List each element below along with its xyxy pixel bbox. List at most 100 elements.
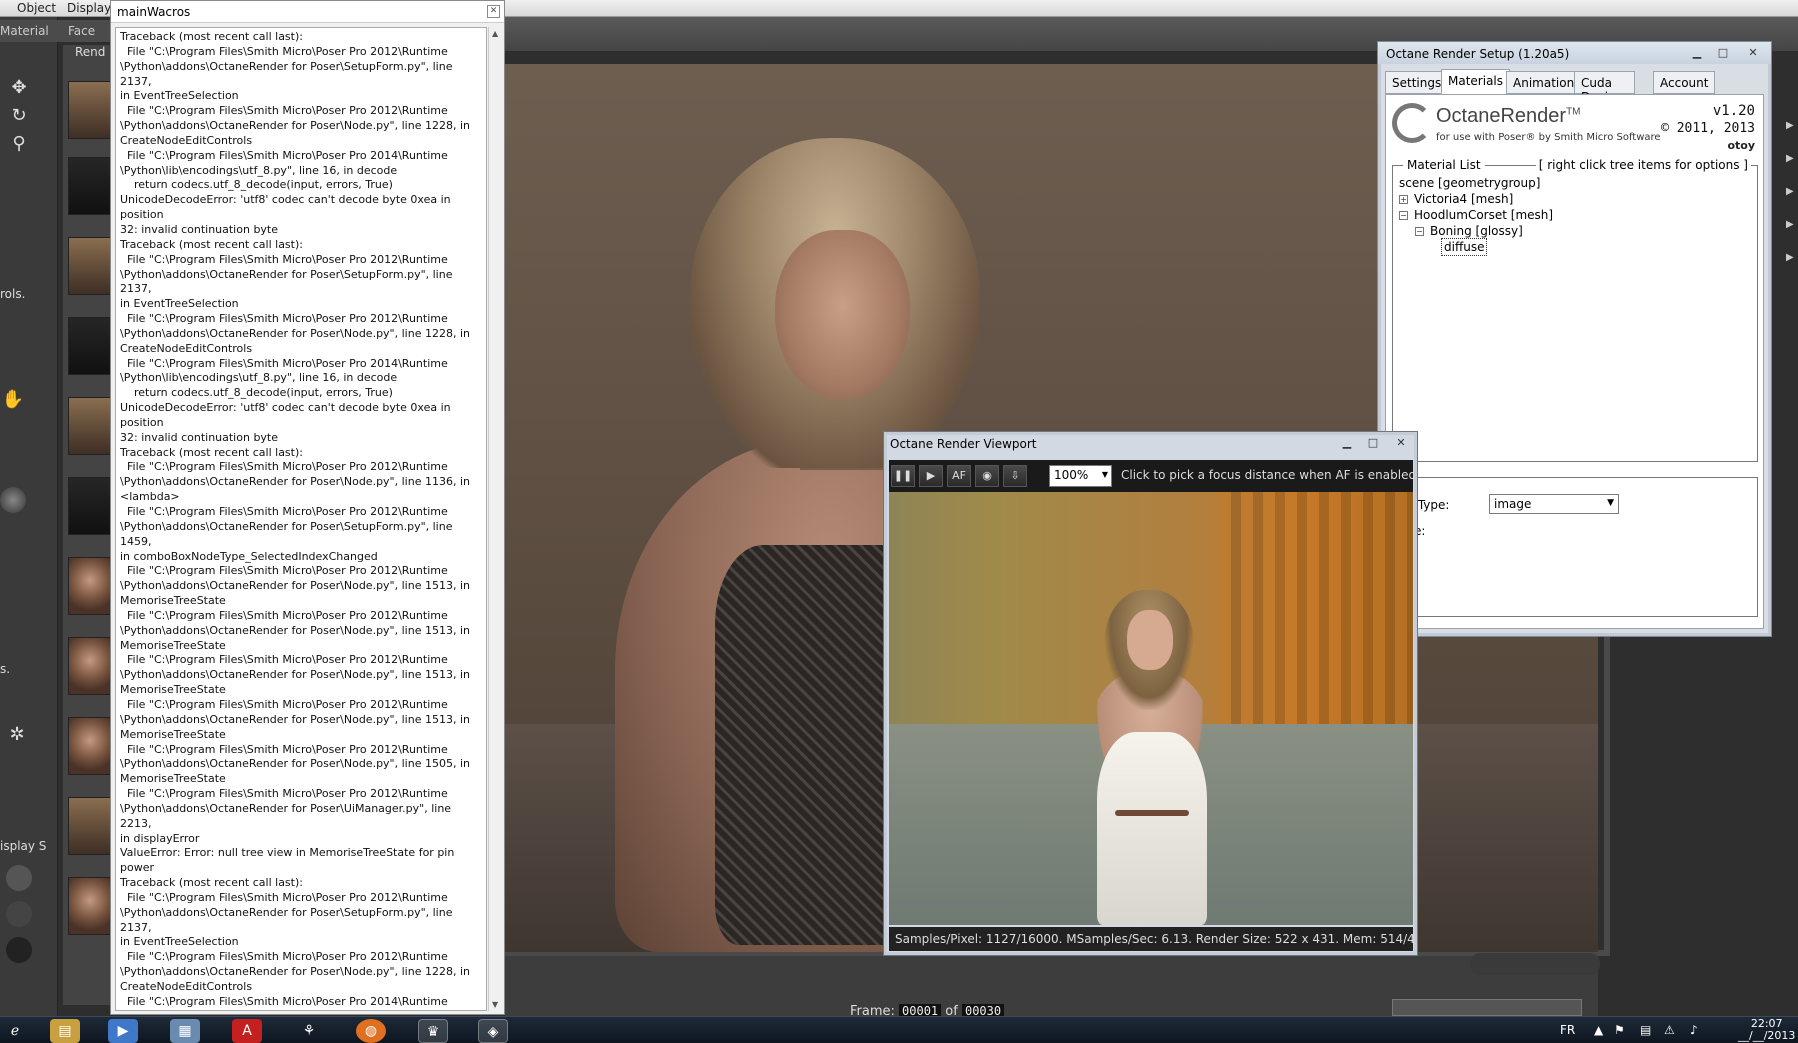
wacros-title: mainWacros	[117, 5, 191, 19]
play-button[interactable]: ▶	[919, 465, 943, 487]
tab-animation[interactable]: Animation	[1506, 71, 1582, 94]
render-figure-dress	[1097, 732, 1207, 925]
tab-materials[interactable]: Materials	[1441, 69, 1511, 94]
autofocus-button[interactable]: AF	[947, 465, 971, 487]
language-indicator[interactable]: FR	[1560, 1023, 1575, 1037]
tab-face[interactable]: Face	[68, 24, 95, 38]
library-thumb[interactable]	[68, 877, 112, 935]
sphere-icon-3[interactable]	[6, 937, 32, 963]
tree-item-diffuse[interactable]: diffuse	[1441, 238, 1488, 256]
acrobat-icon[interactable]: A	[232, 1019, 262, 1043]
menu-display[interactable]: Display	[67, 1, 111, 15]
material-list-label: Material List	[1403, 158, 1485, 172]
maximize-icon[interactable]: □	[1711, 45, 1735, 61]
viewport-toolbar: ❚❚ ▶ AF ◉ ⇩ 100% ▼ Click to pick a focus …	[889, 460, 1413, 492]
tab-render[interactable]: Rend	[75, 45, 105, 59]
library-thumb[interactable]	[68, 237, 112, 295]
collapse-icon[interactable]: −	[1399, 211, 1408, 220]
minimize-icon[interactable]: ▁	[1335, 435, 1359, 451]
close-icon[interactable]: ✕	[1389, 435, 1413, 451]
arrow-right-icon[interactable]: ▶	[1786, 120, 1798, 131]
log-scrollbar[interactable]: ▲ ▼	[488, 27, 502, 1011]
left-label-display: isplay S	[0, 839, 47, 853]
tray-up-icon[interactable]: ▲	[1594, 1023, 1603, 1037]
materials-panel: OctaneRenderTM for use with Poser® by Sm…	[1385, 94, 1764, 629]
library-thumb[interactable]	[68, 157, 112, 215]
tree-item-hoodlumcorset[interactable]: − HoodlumCorset [mesh]	[1399, 208, 1553, 222]
viewport-titlebar: Octane Render Viewport ▁ □ ✕	[884, 432, 1417, 454]
arrow-right-icon[interactable]: ▶	[1786, 219, 1798, 230]
move-tool-icon[interactable]: ✥	[6, 75, 32, 101]
sphere-icon-2[interactable]	[6, 901, 32, 927]
arrow-right-icon[interactable]: ▶	[1786, 186, 1798, 197]
close-icon[interactable]: ✕	[1741, 45, 1765, 61]
scroll-down-icon[interactable]: ▼	[492, 1000, 498, 1009]
playback-controls[interactable]	[1392, 999, 1582, 1016]
twist-tool-icon[interactable]: ⚲	[6, 131, 32, 157]
firefox-icon[interactable]: ◍	[356, 1019, 386, 1043]
library-thumb[interactable]	[68, 477, 112, 535]
library-thumb[interactable]	[68, 717, 112, 775]
library-thumb[interactable]	[68, 557, 112, 615]
error-log-textarea[interactable]: Traceback (most recent call last): File …	[115, 27, 487, 1011]
tree-item-victoria4[interactable]: + Victoria4 [mesh]	[1399, 192, 1513, 206]
render-figure-belt	[1115, 810, 1189, 816]
sphere-icon[interactable]	[6, 865, 32, 891]
octane-viewport-window: Octane Render Viewport ▁ □ ✕ ❚❚ ▶ AF ◉ ⇩…	[883, 431, 1418, 956]
library-thumb[interactable]	[68, 397, 112, 455]
poser-app-icon[interactable]: ♛	[418, 1019, 448, 1043]
tab-settings[interactable]: Settings	[1385, 71, 1449, 94]
tab-account[interactable]: Account	[1653, 71, 1716, 94]
tab-cuda-devices[interactable]: Cuda Devices	[1574, 71, 1636, 104]
render-image[interactable]	[889, 492, 1413, 925]
tray-volume-icon[interactable]: ♪	[1690, 1023, 1698, 1037]
library-thumb[interactable]	[68, 317, 112, 375]
minimize-icon[interactable]: ▁	[1685, 45, 1709, 61]
node-type-select[interactable]: image ▼	[1489, 494, 1619, 514]
camera-icon[interactable]: ◉	[975, 465, 999, 487]
close-icon[interactable]: ✕	[487, 5, 500, 18]
hand-tool-icon[interactable]: ✋	[0, 387, 26, 413]
library-thumb[interactable]	[68, 797, 112, 855]
tray-network-icon[interactable]: ▤	[1640, 1023, 1651, 1037]
save-image-icon[interactable]: ⇩	[1003, 465, 1027, 487]
copyright-label: © 2011, 2013	[1661, 121, 1755, 136]
poser-figure-icon[interactable]: ⚘	[294, 1019, 324, 1043]
ui-dots-control[interactable]	[1470, 953, 1600, 975]
trackball-icon[interactable]	[0, 487, 26, 513]
material-list-group: Material List [ right click tree items f…	[1392, 158, 1758, 462]
wacros-titlebar: mainWacros ✕	[111, 1, 504, 23]
rotate-tool-icon[interactable]: ↻	[6, 103, 32, 129]
tray-alert-icon[interactable]: ⚠	[1664, 1023, 1675, 1037]
tree-item-boning[interactable]: − Boning [glossy]	[1415, 224, 1523, 238]
zoom-select[interactable]: 100% ▼	[1049, 465, 1112, 487]
wacros-window: mainWacros ✕ Traceback (most recent call…	[110, 0, 505, 1015]
expand-icon[interactable]: +	[1399, 195, 1408, 204]
octane-app-icon[interactable]: ◈	[478, 1019, 508, 1043]
tray-flag-icon[interactable]: ⚑	[1614, 1023, 1625, 1037]
ie-icon[interactable]: ℯ	[0, 1019, 30, 1043]
arrow-right-icon[interactable]: ▶	[1786, 252, 1798, 263]
folder-icon[interactable]: ▤	[50, 1019, 80, 1043]
tab-material[interactable]: Material	[0, 24, 49, 38]
scroll-up-icon[interactable]: ▲	[492, 29, 498, 38]
menu-object[interactable]: Object	[17, 1, 56, 15]
left-tabs: Material Face	[0, 20, 115, 42]
viewport-title: Octane Render Viewport	[890, 437, 1037, 451]
tree-item-scene[interactable]: scene [geometrygroup]	[1399, 176, 1540, 190]
app-window-icon[interactable]: ▦	[170, 1019, 200, 1043]
brand-subtitle: for use with Poser® by Smith Micro Softw…	[1436, 132, 1661, 143]
collapse-icon[interactable]: −	[1415, 227, 1424, 236]
library-thumb[interactable]	[68, 81, 112, 139]
arrow-right-icon[interactable]: ▶	[1786, 153, 1798, 164]
clock[interactable]: 22:07 __/__/2013	[1738, 1018, 1795, 1042]
chevron-down-icon: ▼	[1101, 470, 1108, 479]
maximize-icon[interactable]: □	[1361, 435, 1385, 451]
pause-button[interactable]: ❚❚	[891, 465, 915, 487]
material-list-hint: [ right click tree items for options ]	[1535, 158, 1751, 172]
light-icon[interactable]: ✲	[4, 722, 30, 748]
octane-setup-window: Octane Render Setup (1.20a5) ▁ □ ✕ Setti…	[1377, 41, 1772, 637]
library-thumb[interactable]	[68, 637, 112, 695]
octane-logo-icon	[1392, 103, 1432, 143]
media-player-icon[interactable]: ▶	[108, 1019, 138, 1043]
